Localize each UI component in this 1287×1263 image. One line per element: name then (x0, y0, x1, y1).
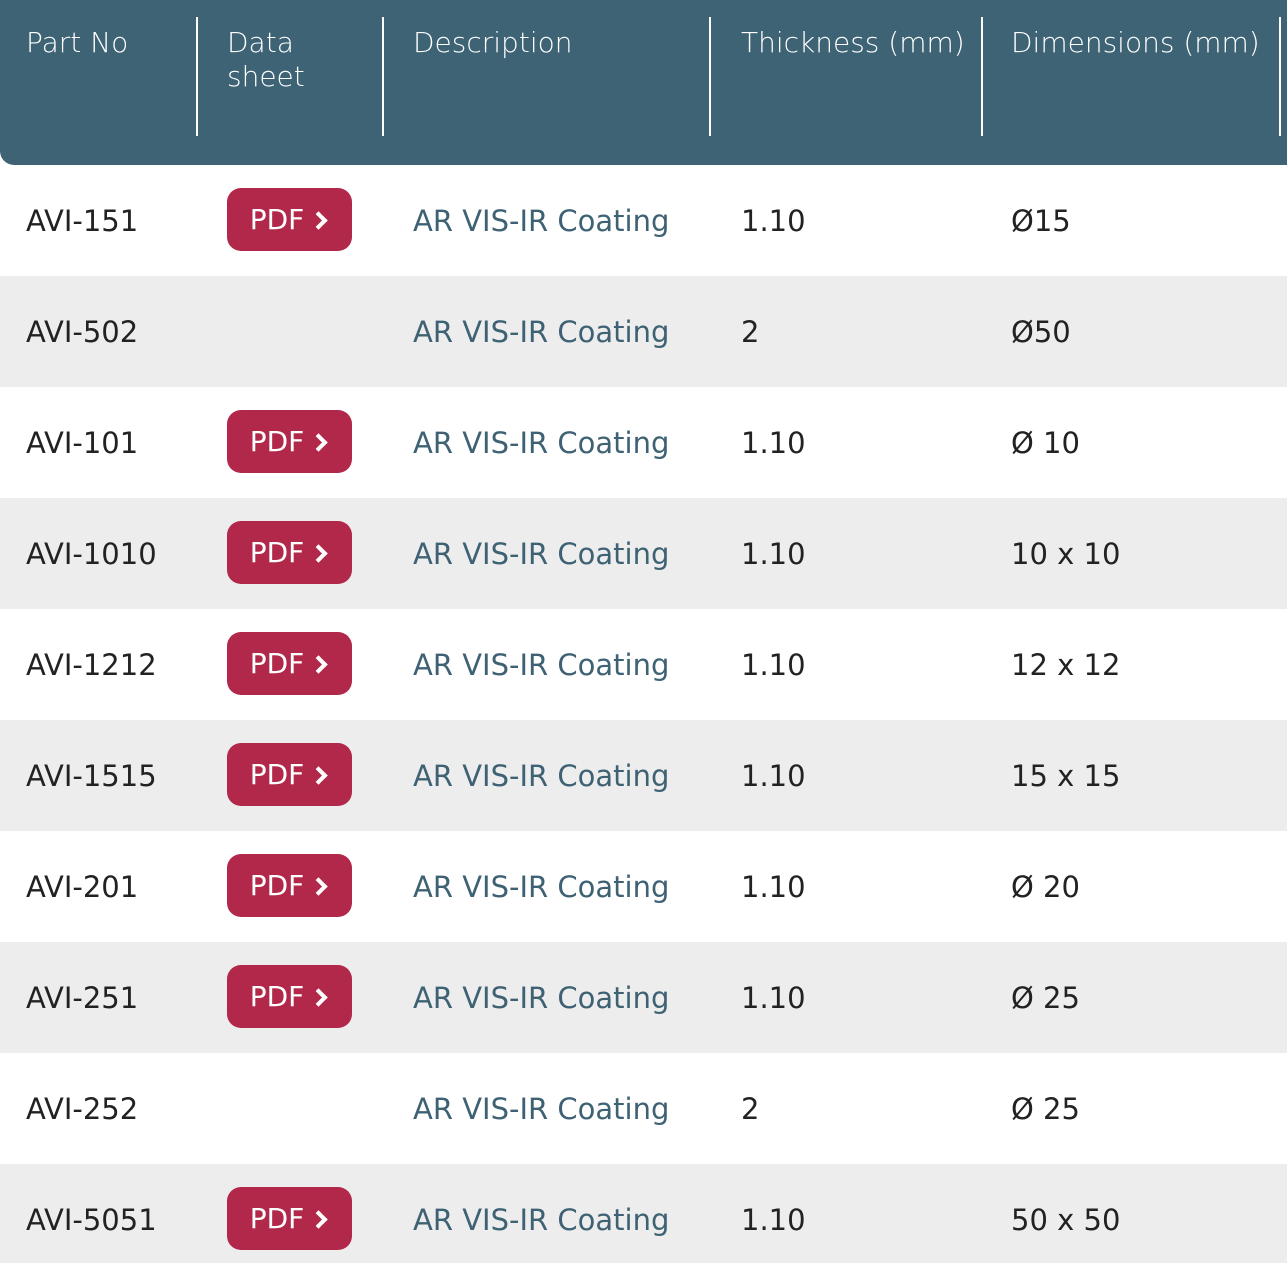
dimensions-value: 50 x 50 (1011, 1202, 1121, 1237)
chevron-right-icon (309, 1209, 328, 1229)
description-link[interactable]: AR VIS-IR Coating (413, 720, 669, 831)
table-row: AVI-1212 PDF AR VIS-IR Coating 1.10 12 x 12 (0, 609, 1287, 720)
pdf-button-label: PDF (249, 980, 305, 1013)
datasheet-cell: PDF (227, 831, 352, 942)
pdf-button[interactable]: PDF (227, 410, 352, 473)
thickness-value: 1.10 (741, 1202, 806, 1237)
description-link[interactable]: AR VIS-IR Coating (413, 942, 669, 1053)
chevron-right-icon (309, 543, 328, 563)
description-link[interactable]: AR VIS-IR Coating (413, 498, 669, 609)
header-dimensions: Dimensions (mm) (1011, 26, 1260, 59)
thickness-value: 1.10 (741, 869, 806, 904)
header-divider (1279, 17, 1281, 136)
header-part-no: Part No (26, 26, 129, 59)
description-link[interactable]: AR VIS-IR Coating (413, 387, 669, 498)
header-divider (196, 17, 198, 136)
header-thickness: Thickness (mm) (741, 26, 965, 59)
chevron-right-icon (309, 987, 328, 1007)
pdf-button[interactable]: PDF (227, 854, 352, 917)
pdf-button[interactable]: PDF (227, 1187, 352, 1250)
datasheet-cell: PDF (227, 1164, 352, 1263)
part-number: AVI-1515 (26, 758, 157, 793)
thickness-value: 2 (741, 314, 760, 349)
datasheet-cell: PDF (227, 942, 352, 1053)
chevron-right-icon (309, 432, 328, 452)
table-row: AVI-5051 PDF AR VIS-IR Coating 1.10 50 x 50 (0, 1164, 1287, 1263)
table-header: Part No Data sheet Description Thickness… (0, 0, 1287, 165)
part-number: AVI-502 (26, 314, 139, 349)
thickness-value: 2 (741, 1091, 760, 1126)
table-row: AVI-502 AR VIS-IR Coating 2 Ø50 (0, 276, 1287, 387)
header-divider (981, 17, 983, 136)
description-link[interactable]: AR VIS-IR Coating (413, 276, 669, 387)
table-row: AVI-251 PDF AR VIS-IR Coating 1.10 Ø 25 (0, 942, 1287, 1053)
pdf-button-label: PDF (249, 536, 305, 569)
header-divider (382, 17, 384, 136)
table-row: AVI-201 PDF AR VIS-IR Coating 1.10 Ø 20 (0, 831, 1287, 942)
table-row: AVI-252 AR VIS-IR Coating 2 Ø 25 (0, 1053, 1287, 1164)
pdf-button-label: PDF (249, 203, 305, 236)
dimensions-value: Ø50 (1011, 314, 1071, 349)
parts-table: Part No Data sheet Description Thickness… (0, 0, 1287, 1263)
pdf-button-label: PDF (249, 1202, 305, 1235)
datasheet-cell: PDF (227, 609, 352, 720)
dimensions-value: Ø 10 (1011, 425, 1080, 460)
dimensions-value: 12 x 12 (1011, 647, 1121, 682)
table-row: AVI-101 PDF AR VIS-IR Coating 1.10 Ø 10 (0, 387, 1287, 498)
pdf-button[interactable]: PDF (227, 743, 352, 806)
pdf-button[interactable]: PDF (227, 965, 352, 1028)
table-row: AVI-1010 PDF AR VIS-IR Coating 1.10 10 x 10 (0, 498, 1287, 609)
datasheet-cell: PDF (227, 387, 352, 498)
pdf-button[interactable]: PDF (227, 521, 352, 584)
header-description: Description (413, 26, 573, 59)
part-number: AVI-252 (26, 1091, 139, 1126)
table-row: AVI-151 PDF AR VIS-IR Coating 1.10 Ø15 (0, 165, 1287, 276)
chevron-right-icon (309, 654, 328, 674)
pdf-button-label: PDF (249, 647, 305, 680)
part-number: AVI-1010 (26, 536, 157, 571)
description-link[interactable]: AR VIS-IR Coating (413, 831, 669, 942)
datasheet-cell: PDF (227, 498, 352, 609)
pdf-button-label: PDF (249, 869, 305, 902)
part-number: AVI-251 (26, 980, 139, 1015)
header-data-sheet: Data sheet (227, 26, 305, 93)
pdf-button[interactable]: PDF (227, 632, 352, 695)
description-link[interactable]: AR VIS-IR Coating (413, 165, 669, 276)
datasheet-cell: PDF (227, 165, 352, 276)
pdf-button-label: PDF (249, 758, 305, 791)
part-number: AVI-201 (26, 869, 139, 904)
dimensions-value: 15 x 15 (1011, 758, 1121, 793)
description-link[interactable]: AR VIS-IR Coating (413, 609, 669, 720)
dimensions-value: Ø 20 (1011, 869, 1080, 904)
part-number: AVI-151 (26, 203, 139, 238)
chevron-right-icon (309, 210, 328, 230)
part-number: AVI-1212 (26, 647, 157, 682)
chevron-right-icon (309, 876, 328, 896)
header-divider (709, 17, 711, 136)
thickness-value: 1.10 (741, 536, 806, 571)
thickness-value: 1.10 (741, 425, 806, 460)
part-number: AVI-5051 (26, 1202, 157, 1237)
description-link[interactable]: AR VIS-IR Coating (413, 1164, 669, 1263)
table-row: AVI-1515 PDF AR VIS-IR Coating 1.10 15 x 15 (0, 720, 1287, 831)
dimensions-value: 10 x 10 (1011, 536, 1121, 571)
chevron-right-icon (309, 765, 328, 785)
datasheet-cell: PDF (227, 720, 352, 831)
thickness-value: 1.10 (741, 758, 806, 793)
dimensions-value: Ø 25 (1011, 980, 1080, 1015)
dimensions-value: Ø15 (1011, 203, 1071, 238)
dimensions-value: Ø 25 (1011, 1091, 1080, 1126)
pdf-button[interactable]: PDF (227, 188, 352, 251)
description-link[interactable]: AR VIS-IR Coating (413, 1053, 669, 1164)
thickness-value: 1.10 (741, 203, 806, 238)
part-number: AVI-101 (26, 425, 139, 460)
thickness-value: 1.10 (741, 980, 806, 1015)
pdf-button-label: PDF (249, 425, 305, 458)
thickness-value: 1.10 (741, 647, 806, 682)
